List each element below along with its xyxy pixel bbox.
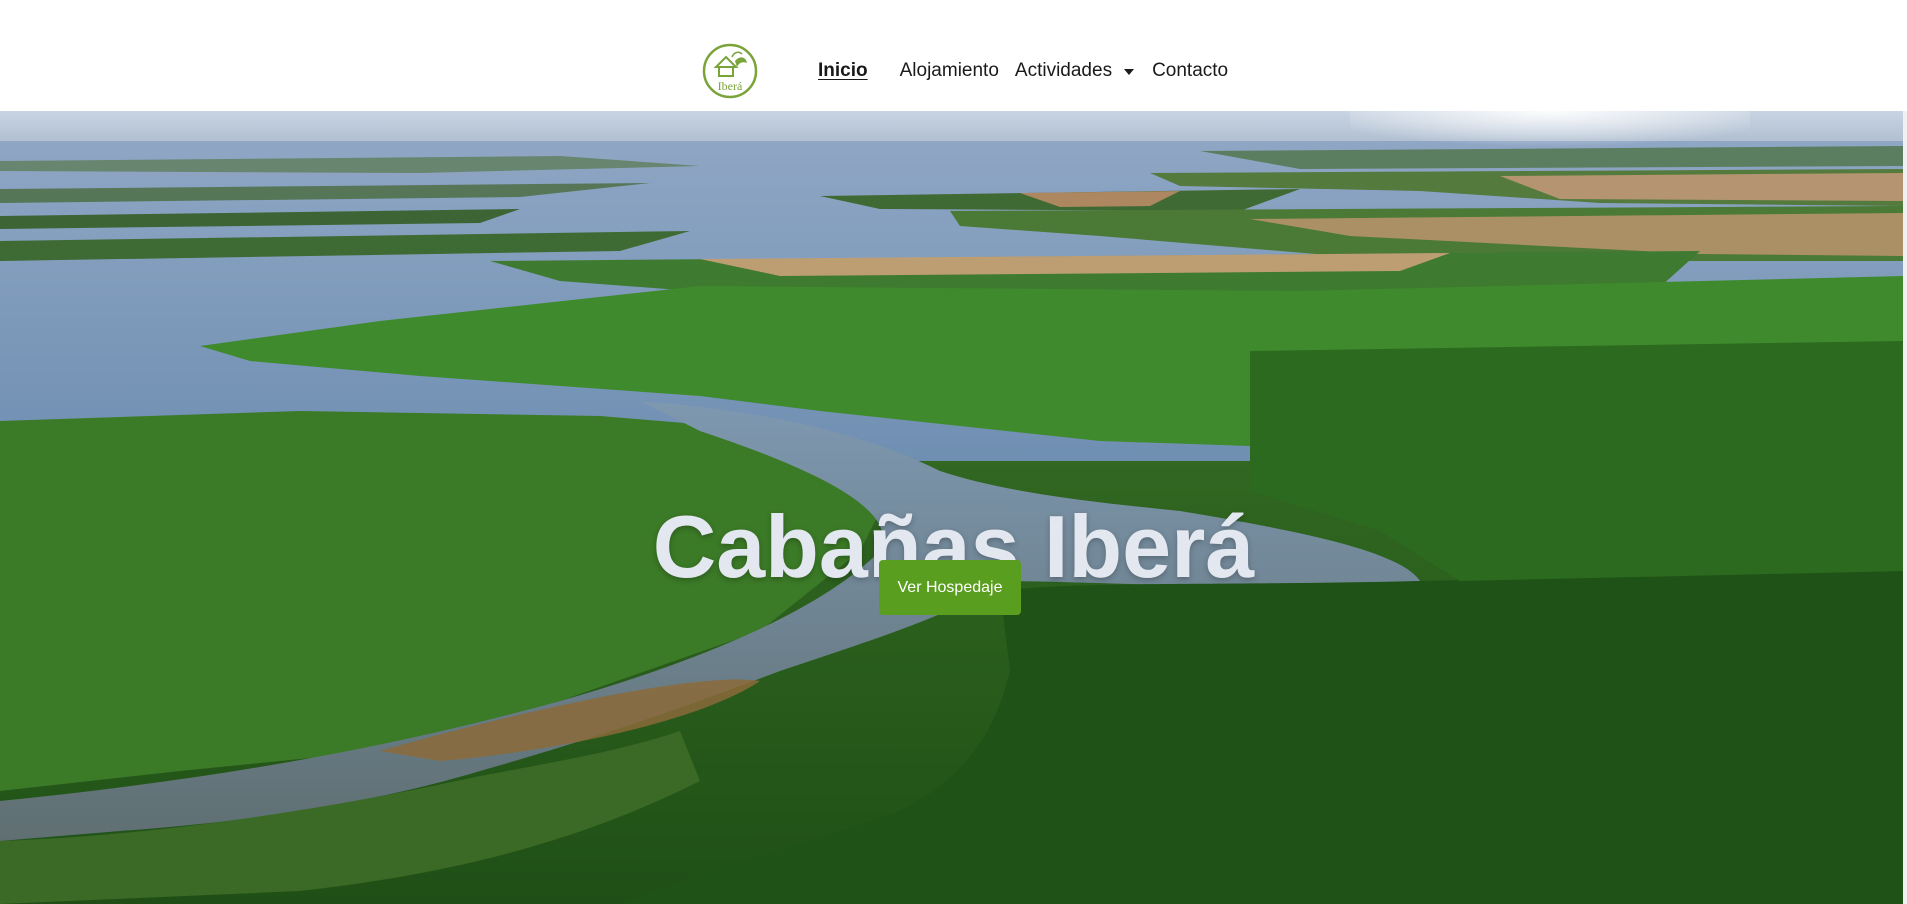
caret-down-icon[interactable]: [1124, 68, 1135, 75]
page: Iberá Inicio Alojamiento Actividades Con…: [0, 0, 1907, 904]
logo-text: Iberá: [718, 79, 743, 93]
nav-alojamiento[interactable]: Alojamiento: [900, 60, 999, 82]
nav-menu: Inicio Alojamiento Actividades Contacto: [818, 60, 1228, 82]
main-nav: Iberá Inicio Alojamiento Actividades Con…: [702, 43, 1228, 98]
ver-hospedaje-button[interactable]: Ver Hospedaje: [879, 560, 1021, 615]
nav-actividades-dropdown[interactable]: Actividades: [1015, 60, 1135, 82]
nav-contacto[interactable]: Contacto: [1152, 60, 1228, 82]
site-header: Iberá Inicio Alojamiento Actividades Con…: [0, 0, 1907, 111]
nav-actividades[interactable]: Actividades: [1015, 60, 1112, 82]
logo-icon[interactable]: Iberá: [702, 43, 758, 99]
nav-inicio[interactable]: Inicio: [818, 60, 868, 82]
